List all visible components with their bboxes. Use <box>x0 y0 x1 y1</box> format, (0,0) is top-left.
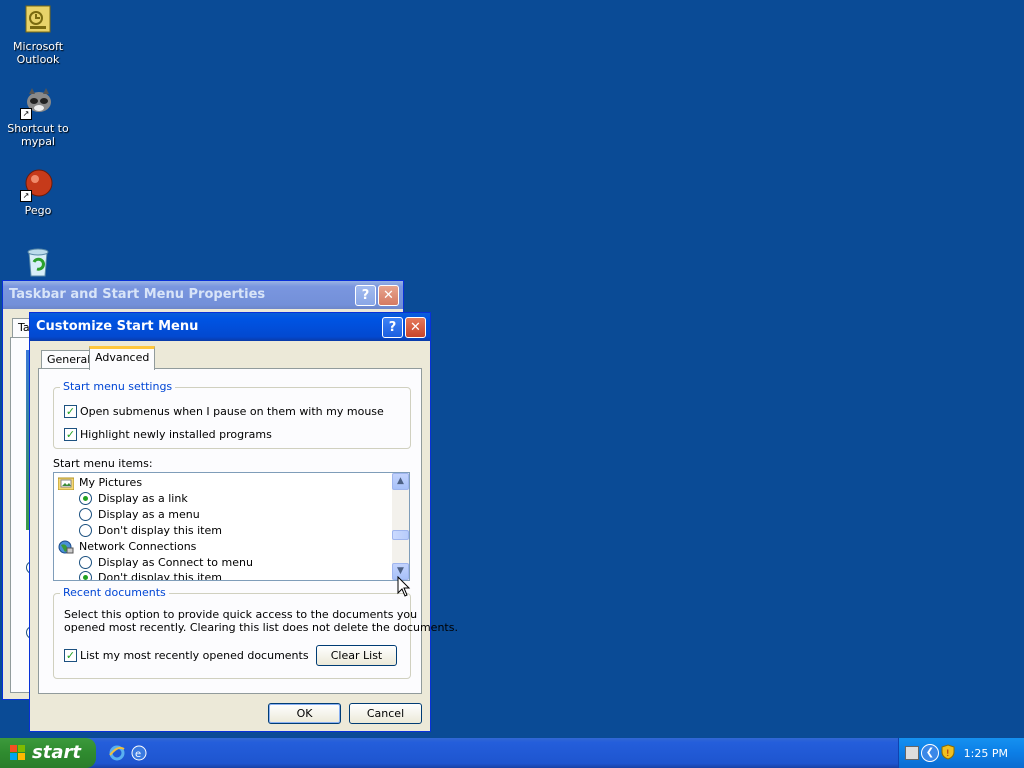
outlook-icon <box>22 4 54 36</box>
pictures-folder-icon <box>57 476 75 491</box>
checkbox-label: Open submenus when I pause on them with … <box>80 405 384 418</box>
tab-label: Ta <box>18 321 30 334</box>
open-submenus-checkbox[interactable]: ✓ <box>64 405 77 418</box>
start-label: start <box>32 742 81 763</box>
outlook-express-icon[interactable]: e <box>131 745 147 761</box>
close-button[interactable]: ✕ <box>378 285 399 306</box>
list-scrollbar[interactable]: ▲ ▼ <box>392 473 409 580</box>
radio-dont-display[interactable] <box>79 524 92 537</box>
security-shield-icon[interactable]: ! <box>941 744 955 760</box>
dialog-title: Customize Start Menu <box>36 319 199 334</box>
window-title: Taskbar and Start Menu Properties <box>9 287 266 302</box>
group-title: Recent documents <box>60 586 169 599</box>
system-tray: ❮ ! 1:25 PM <box>898 738 1024 768</box>
shortcut-arrow-icon: ↗ <box>20 108 32 120</box>
radio-dont-display-network[interactable] <box>79 571 92 580</box>
desktop-icon-recycle-bin[interactable] <box>2 246 74 282</box>
desktop-icon-pego[interactable]: ↗ Pego <box>2 168 74 217</box>
tab-advanced[interactable]: Advanced <box>89 346 156 370</box>
tab-label: General <box>47 353 91 366</box>
internet-explorer-icon[interactable] <box>109 745 125 761</box>
desktop-icon-outlook[interactable]: Microsoft Outlook <box>2 4 74 66</box>
keyboard-icon[interactable] <box>905 746 919 760</box>
tab-label: Advanced <box>95 351 150 364</box>
cancel-button[interactable]: Cancel <box>349 703 422 724</box>
pego-ball-icon: ↗ <box>20 168 54 202</box>
radio-display-as-connect[interactable] <box>79 556 92 569</box>
list-item-header: Network Connections <box>79 540 197 553</box>
shortcut-arrow-icon: ↗ <box>20 190 32 202</box>
start-menu-items-label: Start menu items: <box>53 457 153 470</box>
list-item-header: My Pictures <box>79 476 143 489</box>
svg-text:!: ! <box>946 749 950 759</box>
taskbar: start e ❮ ! 1:25 PM <box>0 738 1024 768</box>
list-item: Display as a menu <box>98 508 200 521</box>
taskbar-properties-titlebar[interactable]: Taskbar and Start Menu Properties ? ✕ <box>3 281 403 309</box>
dialog-titlebar[interactable]: Customize Start Menu ? ✕ <box>30 313 430 341</box>
desktop-icon-label: mypal <box>20 135 55 148</box>
start-menu-settings-group: Start menu settings ✓ Open submenus when… <box>53 380 411 449</box>
show-hidden-icons-icon[interactable]: ❮ <box>921 744 939 762</box>
checkbox-label: List my most recently opened documents <box>80 649 309 662</box>
radio-display-as-link[interactable] <box>79 492 92 505</box>
highlight-new-programs-checkbox[interactable]: ✓ <box>64 428 77 441</box>
advanced-tab-panel: Start menu settings ✓ Open submenus when… <box>38 368 458 694</box>
list-item: Display as a link <box>98 492 188 505</box>
recycle-bin-icon <box>22 246 54 278</box>
help-button[interactable]: ? <box>355 285 376 306</box>
windows-flag-icon <box>10 745 26 761</box>
mouse-cursor-icon <box>397 576 411 597</box>
svg-text:e: e <box>135 749 141 760</box>
desktop-icon-label: Pego <box>24 204 52 217</box>
list-item: Display as Connect to menu <box>98 556 253 569</box>
desktop-icon-mypal[interactable]: ↗ Shortcut to mypal <box>2 86 74 148</box>
scroll-up-button[interactable]: ▲ <box>392 473 409 490</box>
list-item: Don't display this item <box>98 571 222 581</box>
list-item: Don't display this item <box>98 524 222 537</box>
clear-list-button[interactable]: Clear List <box>316 645 397 666</box>
scroll-thumb[interactable] <box>392 530 409 540</box>
desktop-icon-label: Outlook <box>16 53 60 66</box>
desktop-icon-label: Shortcut to <box>7 122 69 135</box>
radio-display-as-menu[interactable] <box>79 508 92 521</box>
recent-documents-group: Recent documents Select this option to p… <box>53 586 458 679</box>
desktop-icon-label: Microsoft <box>12 40 64 53</box>
start-button[interactable]: start <box>0 738 96 768</box>
list-recent-docs-checkbox[interactable]: ✓ <box>64 649 77 662</box>
network-globe-icon <box>58 539 74 554</box>
checkbox-label: Highlight newly installed programs <box>80 428 272 441</box>
raccoon-icon: ↗ <box>20 86 54 120</box>
group-title: Start menu settings <box>60 380 176 393</box>
clock[interactable]: 1:25 PM <box>964 747 1008 760</box>
recent-docs-description: Select this option to provide quick acce… <box>64 608 418 621</box>
recent-docs-description: opened most recently. Clearing this list… <box>64 621 458 634</box>
ok-button[interactable]: OK <box>268 703 341 724</box>
customize-start-menu-dialog: Customize Start Menu ? ✕ General Advance… <box>29 312 458 732</box>
close-button[interactable]: ✕ <box>405 317 426 338</box>
start-menu-items-list[interactable]: My Pictures Display as a link Display as… <box>53 472 410 581</box>
help-button[interactable]: ? <box>382 317 403 338</box>
